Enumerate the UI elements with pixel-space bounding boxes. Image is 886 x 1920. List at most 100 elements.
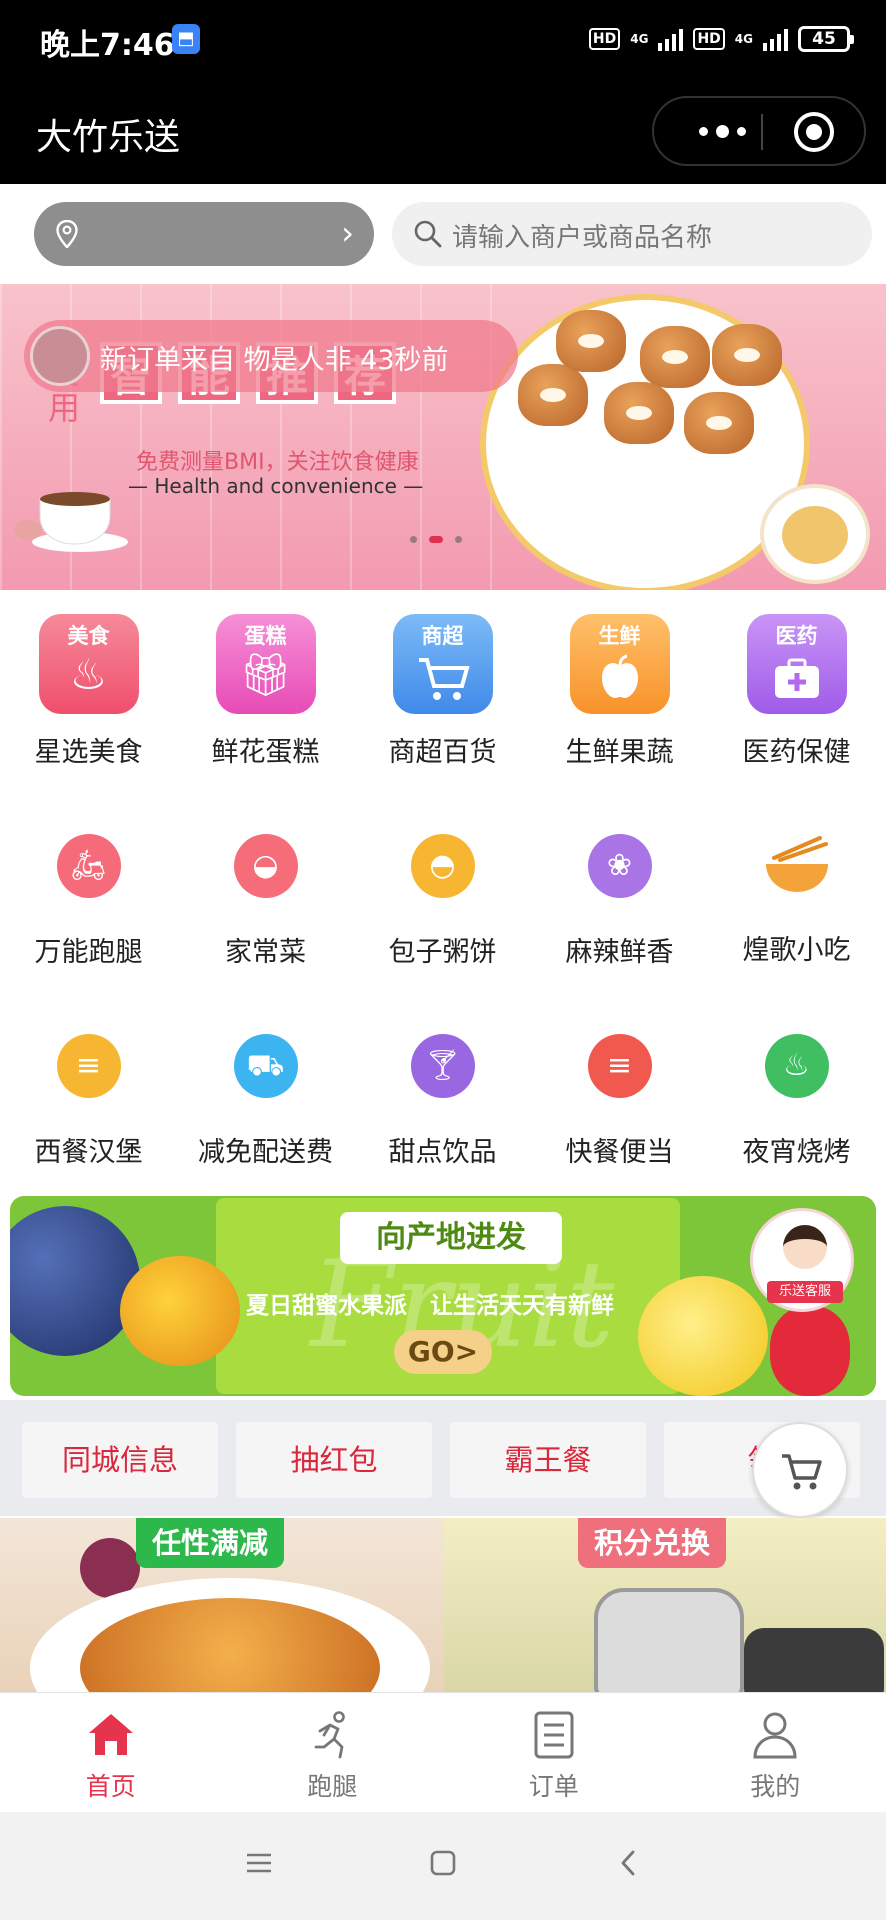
category-label: 减免配送费 — [198, 1137, 333, 1168]
noodle-icon — [765, 836, 828, 892]
category-supermarket[interactable]: 商超 商超百货 — [354, 614, 531, 769]
status-indicators: HD 4G HD 4G 45 — [588, 22, 854, 56]
category-label: 家常菜 — [225, 937, 306, 968]
burger-icon: ≡ — [587, 1034, 652, 1098]
tea-cup-image — [760, 484, 870, 584]
network-type: 4G — [630, 32, 649, 46]
capsule-divider — [761, 114, 763, 150]
cream-puff-image — [684, 392, 754, 454]
blueberries-image — [10, 1206, 140, 1356]
hd-badge-2: HD — [693, 28, 725, 50]
category-food[interactable]: 美食 ♨ 星选美食 — [0, 614, 177, 769]
status-time: 晚上7:46 — [40, 28, 175, 63]
fruit-promo-banner[interactable]: Fruit 向产地进发 夏日甜蜜水果派 让生活天天有新鲜 GO> 乐送客服 — [10, 1196, 876, 1396]
scooter-icon: 🛵︎ — [56, 834, 121, 898]
cream-puff-image — [604, 382, 674, 444]
category-label: 鲜花蛋糕 — [211, 737, 320, 768]
cocktail-icon: 🍸︎ — [410, 1034, 475, 1098]
page-title: 大竹乐送 — [36, 117, 181, 158]
category-badge: 商超 — [421, 624, 464, 648]
search-box[interactable]: 请输入商户或商品名称 — [392, 202, 872, 266]
tab-orders[interactable]: 订单 — [443, 1693, 665, 1812]
cream-puff-image — [640, 326, 710, 388]
go-button[interactable]: GO> — [394, 1330, 492, 1374]
user-icon — [753, 1712, 797, 1759]
tab-errand[interactable]: 跑腿 — [222, 1693, 444, 1812]
back-icon[interactable] — [614, 1848, 644, 1878]
quick-link-red-packet[interactable]: 抽红包 — [236, 1422, 432, 1498]
category-western[interactable]: ≡ 西餐汉堡 — [0, 1034, 177, 1169]
category-label: 夜宵烧烤 — [742, 1137, 851, 1168]
promo-discount-tile[interactable]: 任性满减 — [0, 1518, 444, 1692]
category-grid-row3: ≡ 西餐汉堡 ⛟ 减免配送费 🍸︎ 甜点饮品 ≡ 快餐便当 ♨ 夜宵烧烤 — [0, 1034, 886, 1169]
category-free-delivery[interactable]: ⛟ 减免配送费 — [177, 1034, 354, 1169]
runner-icon — [314, 1711, 346, 1759]
system-nav-bar — [0, 1812, 886, 1920]
cart-icon: 商超 — [392, 614, 493, 714]
truck-icon: ⛟ — [233, 1034, 298, 1098]
bowl-icon: ◒ — [233, 834, 298, 898]
pot-icon: 美食 ♨ — [38, 614, 139, 714]
category-label: 包子粥饼 — [388, 937, 497, 968]
cream-puff-image — [518, 364, 588, 426]
order-list-icon — [534, 1711, 574, 1759]
avatar — [30, 326, 90, 386]
network-type-2: 4G — [734, 32, 753, 46]
apple-icon: 生鲜 — [569, 614, 670, 714]
mango-image — [120, 1256, 240, 1366]
category-cake[interactable]: 蛋糕 🎁︎ 鲜花蛋糕 — [177, 614, 354, 769]
order-toast: 新订单来自 物是人非 43秒前 — [24, 320, 518, 392]
category-label: 生鲜果蔬 — [565, 737, 674, 768]
strawberry-image — [770, 1306, 850, 1396]
category-label: 商超百货 — [388, 737, 497, 768]
category-medicine[interactable]: 医药 医药保健 — [708, 614, 885, 769]
appliance-image — [744, 1628, 884, 1692]
category-desserts[interactable]: 🍸︎ 甜点饮品 — [354, 1034, 531, 1169]
category-snacks[interactable]: 煌歌小吃 — [708, 834, 885, 969]
quick-link-free-meal[interactable]: 霸王餐 — [450, 1422, 646, 1498]
quick-link-city-info[interactable]: 同城信息 — [22, 1422, 218, 1498]
category-home-dishes[interactable]: ◒ 家常菜 — [177, 834, 354, 969]
category-fresh[interactable]: 生鲜 生鲜果蔬 — [531, 614, 708, 769]
category-buns-congee[interactable]: ◓ 包子粥饼 — [354, 834, 531, 969]
menu-icon[interactable] — [244, 1848, 274, 1878]
category-errand[interactable]: 🛵︎ 万能跑腿 — [0, 834, 177, 969]
customer-service-button[interactable]: 乐送客服 — [750, 1208, 854, 1312]
signal-icon-2 — [763, 27, 788, 51]
promo-tag: 任性满减 — [136, 1518, 285, 1568]
notification-icon: ⬒ — [172, 24, 200, 54]
close-target-icon[interactable] — [794, 112, 834, 152]
category-label: 西餐汉堡 — [34, 1137, 143, 1168]
promo-points-tile[interactable]: 积分兑换 — [444, 1518, 886, 1692]
category-spicy[interactable]: ❀ 麻辣鲜香 — [531, 834, 708, 969]
tab-label: 跑腿 — [307, 1772, 358, 1801]
cart-icon — [782, 1454, 822, 1490]
tab-label: 订单 — [528, 1772, 579, 1801]
category-label: 麻辣鲜香 — [565, 937, 674, 968]
category-fastfood[interactable]: ≡ 快餐便当 — [531, 1034, 708, 1169]
mini-program-capsule — [652, 96, 866, 166]
lemon-image — [638, 1276, 768, 1396]
customer-service-label: 乐送客服 — [767, 1281, 843, 1303]
category-label: 万能跑腿 — [34, 937, 143, 968]
category-label: 医药保健 — [742, 737, 851, 768]
recommend-banner[interactable]: 使用 智 能 推 荐 免费测量BMI，关注饮食健康 — Health and c… — [0, 284, 886, 590]
tab-label: 我的 — [750, 1772, 801, 1801]
tab-profile[interactable]: 我的 — [665, 1693, 886, 1812]
category-badge: 蛋糕 — [244, 624, 287, 648]
status-bar: 晚上7:46 ⬒ HD 4G HD 4G 45 — [0, 0, 886, 78]
location-selector[interactable]: › — [34, 202, 374, 266]
tab-label: 首页 — [85, 1772, 136, 1801]
category-badge: 美食 — [67, 624, 110, 648]
coffee-cup-image — [14, 492, 128, 552]
home-square-icon[interactable] — [428, 1848, 458, 1878]
floating-cart-button[interactable] — [752, 1422, 848, 1518]
tab-home[interactable]: 首页 — [0, 1693, 222, 1812]
fruit-banner-slogan: 夏日甜蜜水果派 让生活天天有新鲜 — [246, 1293, 614, 1319]
banner-pagination — [410, 536, 462, 543]
category-label: 甜点饮品 — [388, 1137, 497, 1168]
rice-cooker-image — [594, 1588, 744, 1692]
chevron-right-icon: › — [341, 214, 354, 252]
category-bbq[interactable]: ♨ 夜宵烧烤 — [708, 1034, 885, 1169]
more-menu-icon[interactable] — [682, 98, 762, 164]
